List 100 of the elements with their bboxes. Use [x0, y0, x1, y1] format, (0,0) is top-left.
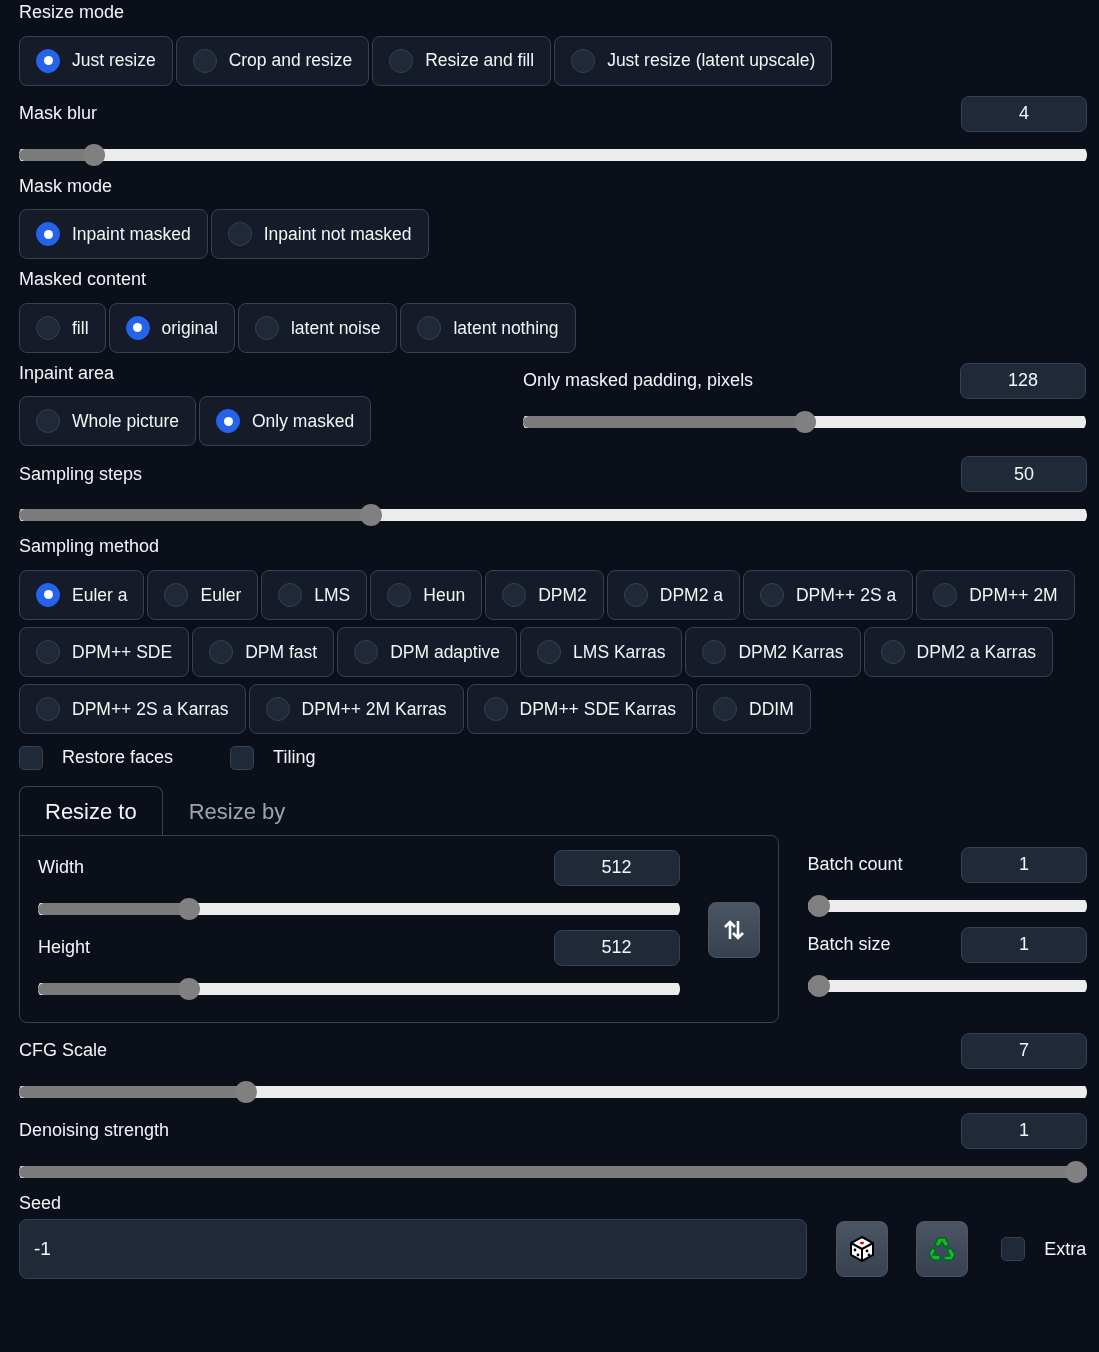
- number-field[interactable]: 1: [961, 926, 1087, 963]
- slider-thumb[interactable]: [807, 894, 830, 917]
- radio-button[interactable]: [702, 639, 727, 664]
- number-field[interactable]: 1: [961, 846, 1087, 883]
- radio-button[interactable]: [880, 639, 905, 664]
- radio-button[interactable]: [483, 696, 508, 721]
- radio-button[interactable]: [36, 48, 60, 73]
- radio-button[interactable]: [209, 639, 234, 664]
- radio-option[interactable]: Inpaint masked: [19, 209, 208, 260]
- radio-button[interactable]: [254, 315, 279, 340]
- radio-option[interactable]: Crop and resize: [175, 35, 370, 86]
- radio-button[interactable]: [227, 222, 252, 247]
- radio-button[interactable]: [502, 582, 527, 607]
- number-field[interactable]: 1: [961, 1112, 1087, 1149]
- slider-thumb[interactable]: [82, 143, 105, 166]
- radio-option[interactable]: LMS: [261, 569, 368, 620]
- slider-thumb[interactable]: [360, 504, 383, 527]
- slider-thumb[interactable]: [793, 410, 816, 433]
- radio-option[interactable]: DPM2 a Karras: [863, 626, 1054, 677]
- slider-thumb[interactable]: [807, 974, 830, 997]
- slider-thumb[interactable]: [178, 977, 201, 1000]
- radio-option[interactable]: DPM2: [485, 569, 604, 620]
- number-field[interactable]: 4: [961, 95, 1087, 132]
- field-label: Masked content: [19, 269, 148, 291]
- radio-button[interactable]: [265, 696, 290, 721]
- checkbox[interactable]: [19, 745, 43, 770]
- radio-option[interactable]: Heun: [370, 569, 483, 620]
- slider-thumb[interactable]: [1065, 1160, 1087, 1183]
- radio-option[interactable]: Resize and fill: [372, 35, 552, 86]
- radio-button[interactable]: [537, 639, 562, 664]
- dice-icon: [848, 1235, 875, 1264]
- checkbox[interactable]: [1001, 1237, 1026, 1262]
- number-field[interactable]: 512: [553, 849, 680, 886]
- radio-button[interactable]: [417, 315, 442, 340]
- radio-button[interactable]: [36, 696, 60, 721]
- radio-option[interactable]: DPM2 a: [606, 569, 740, 620]
- radio-button[interactable]: [278, 582, 303, 607]
- radio-option[interactable]: LMS Karras: [520, 626, 683, 677]
- radio-button[interactable]: [389, 48, 414, 73]
- radio-button[interactable]: [36, 639, 60, 664]
- number-field[interactable]: 7: [961, 1032, 1087, 1069]
- radio-button[interactable]: [713, 696, 738, 721]
- radio-button[interactable]: [125, 315, 150, 340]
- recycle-icon: [928, 1236, 956, 1263]
- radio-button[interactable]: [192, 48, 217, 73]
- slider-thumb[interactable]: [178, 897, 201, 920]
- radio-option[interactable]: Euler a: [19, 569, 145, 620]
- swap-button[interactable]: [708, 901, 760, 958]
- radio-option[interactable]: DDIM: [696, 683, 811, 734]
- tab[interactable]: Resize to: [19, 785, 163, 836]
- radio-option[interactable]: Whole picture: [19, 396, 196, 447]
- radio-option[interactable]: DPM++ 2M Karras: [248, 683, 464, 734]
- radio-button[interactable]: [354, 639, 379, 664]
- swap-arrows-icon: [724, 918, 744, 941]
- slider-thumb[interactable]: [235, 1080, 258, 1103]
- radio-button[interactable]: [36, 315, 60, 340]
- field-label: Only masked padding, pixels: [523, 370, 754, 392]
- field-label: Batch size: [807, 934, 891, 956]
- radio-button[interactable]: [36, 409, 60, 434]
- radio-button[interactable]: [571, 48, 596, 73]
- field-label: Inpaint area: [19, 362, 116, 385]
- recycle-button[interactable]: [916, 1221, 968, 1278]
- radio-button[interactable]: [216, 409, 240, 434]
- radio-option[interactable]: Just resize: [19, 35, 173, 86]
- radio-option[interactable]: DPM++ 2S a: [743, 569, 914, 620]
- checkbox-label: Extra: [1044, 1238, 1087, 1261]
- seed-field[interactable]: -1: [19, 1219, 807, 1280]
- radio-option[interactable]: latent nothing: [400, 302, 576, 353]
- field-label: Denoising strength: [19, 1120, 170, 1142]
- field-label: Height: [38, 937, 91, 959]
- radio-option[interactable]: DPM++ SDE Karras: [466, 683, 694, 734]
- radio-button[interactable]: [623, 582, 648, 607]
- radio-option[interactable]: DPM adaptive: [337, 626, 518, 677]
- radio-option[interactable]: Euler: [147, 569, 259, 620]
- radio-option[interactable]: fill: [19, 302, 106, 353]
- radio-button[interactable]: [760, 582, 784, 607]
- field-label: Width: [38, 857, 84, 879]
- field-label: CFG Scale: [19, 1040, 108, 1062]
- number-field[interactable]: 128: [960, 362, 1086, 399]
- radio-button[interactable]: [164, 582, 189, 607]
- radio-option[interactable]: original: [108, 302, 235, 353]
- radio-option[interactable]: Just resize (latent upscale): [554, 35, 833, 86]
- radio-option[interactable]: DPM++ 2M: [916, 569, 1075, 620]
- radio-button[interactable]: [36, 582, 60, 607]
- checkbox[interactable]: [230, 745, 255, 770]
- radio-option[interactable]: DPM fast: [192, 626, 335, 677]
- tab[interactable]: Resize by: [162, 785, 312, 836]
- radio-option[interactable]: latent noise: [237, 302, 398, 353]
- radio-button[interactable]: [387, 582, 412, 607]
- radio-option[interactable]: Inpaint not masked: [210, 209, 429, 260]
- number-field[interactable]: 50: [961, 456, 1087, 493]
- number-field[interactable]: 512: [553, 929, 680, 966]
- radio-option[interactable]: DPM2 Karras: [685, 626, 861, 677]
- radio-option[interactable]: DPM++ SDE: [19, 626, 190, 677]
- dice-button[interactable]: [835, 1221, 888, 1278]
- radio-option[interactable]: Only masked: [199, 396, 372, 447]
- radio-option[interactable]: DPM++ 2S a Karras: [19, 683, 246, 734]
- radio-button[interactable]: [36, 222, 60, 247]
- field-label: Resize mode: [19, 2, 126, 24]
- radio-button[interactable]: [933, 582, 958, 607]
